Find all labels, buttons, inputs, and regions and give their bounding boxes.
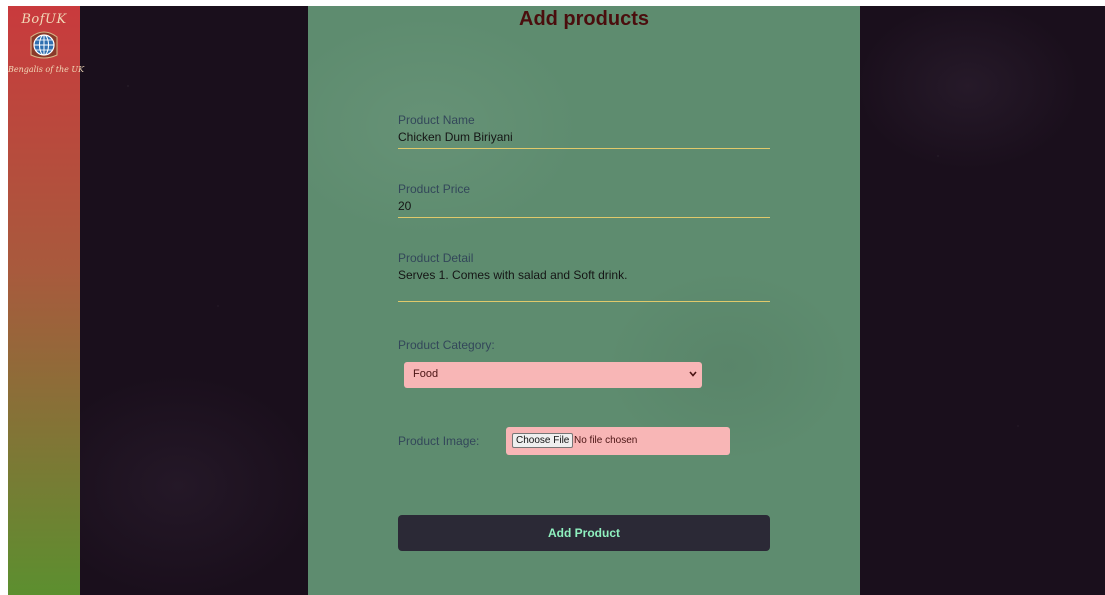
globe-icon bbox=[30, 31, 58, 59]
product-name-group: Product Name bbox=[398, 113, 770, 149]
add-product-form: Add products Product Name Product Price … bbox=[308, 6, 860, 595]
product-category-value: Food bbox=[413, 368, 439, 380]
logo-top-text: BofUK bbox=[21, 12, 67, 27]
product-name-input[interactable] bbox=[398, 128, 770, 149]
page-title: Add products bbox=[519, 8, 649, 30]
add-product-button[interactable]: Add Product bbox=[398, 515, 770, 551]
product-detail-label: Product Detail bbox=[398, 251, 474, 265]
logo[interactable]: BofUK Bengalis of the UK bbox=[8, 10, 85, 90]
file-status-text: No file chosen bbox=[574, 435, 638, 446]
product-detail-group: Product Detail Serves 1. Comes with sala… bbox=[398, 251, 770, 302]
logo-bottom-text: Bengalis of the UK bbox=[8, 65, 85, 74]
chevron-down-icon bbox=[689, 371, 697, 377]
product-category-label: Product Category: bbox=[398, 338, 495, 352]
product-image-file-input[interactable]: Choose File No file chosen bbox=[506, 427, 730, 455]
sidebar: BofUK Bengalis of the UK bbox=[8, 6, 85, 595]
product-detail-textarea[interactable]: Serves 1. Comes with salad and Soft drin… bbox=[398, 266, 770, 302]
page-background: BofUK Bengalis of the UK Add products Pr… bbox=[8, 6, 1105, 595]
product-price-label: Product Price bbox=[398, 182, 471, 196]
product-price-input[interactable] bbox=[398, 197, 770, 218]
product-category-select[interactable]: Food bbox=[404, 362, 702, 388]
product-price-group: Product Price bbox=[398, 182, 770, 218]
product-image-label: Product Image: bbox=[398, 434, 480, 448]
product-name-label: Product Name bbox=[398, 113, 475, 127]
choose-file-button[interactable]: Choose File bbox=[512, 433, 574, 448]
